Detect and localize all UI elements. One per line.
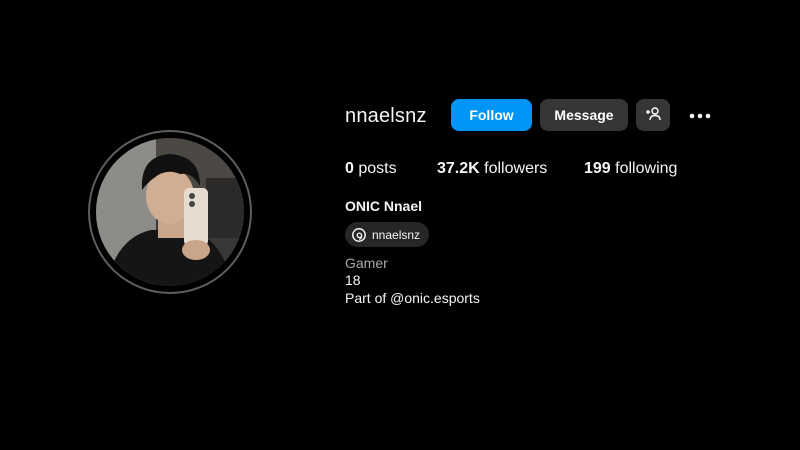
avatar-photo <box>96 138 244 286</box>
posts-count: 0 <box>345 160 354 177</box>
avatar-ring <box>88 130 252 294</box>
profile-username: nnaelsnz <box>345 105 427 127</box>
message-button[interactable]: Message <box>540 99 628 131</box>
threads-link[interactable]: nnaelsnz <box>345 222 430 247</box>
posts-stat: 0 posts <box>345 160 397 178</box>
avatar[interactable] <box>96 138 244 286</box>
followers-count: 37.2K <box>437 160 480 177</box>
bio-line: 18 <box>345 272 361 288</box>
profile-page: nnaelsnz Follow Message 0 posts 37.2K fo… <box>0 0 800 450</box>
following-link[interactable]: 199 following <box>584 160 677 178</box>
profile-full-name: ONIC Nnael <box>345 198 423 214</box>
profile-category: Gamer <box>345 255 388 271</box>
following-count: 199 <box>584 160 611 177</box>
follow-button[interactable]: Follow <box>451 99 532 131</box>
followers-link[interactable]: 37.2K followers <box>437 160 547 178</box>
threads-icon <box>350 226 368 244</box>
bio-line: Part of @onic.esports <box>345 290 480 306</box>
threads-handle: nnaelsnz <box>372 227 421 242</box>
more-options-button[interactable] <box>684 99 716 131</box>
followers-label: followers <box>484 160 548 177</box>
suggest-accounts-button[interactable] <box>636 99 670 131</box>
posts-label: posts <box>358 160 397 177</box>
add-user-icon <box>645 106 661 125</box>
more-options-icon <box>689 106 711 124</box>
following-label: following <box>615 160 678 177</box>
